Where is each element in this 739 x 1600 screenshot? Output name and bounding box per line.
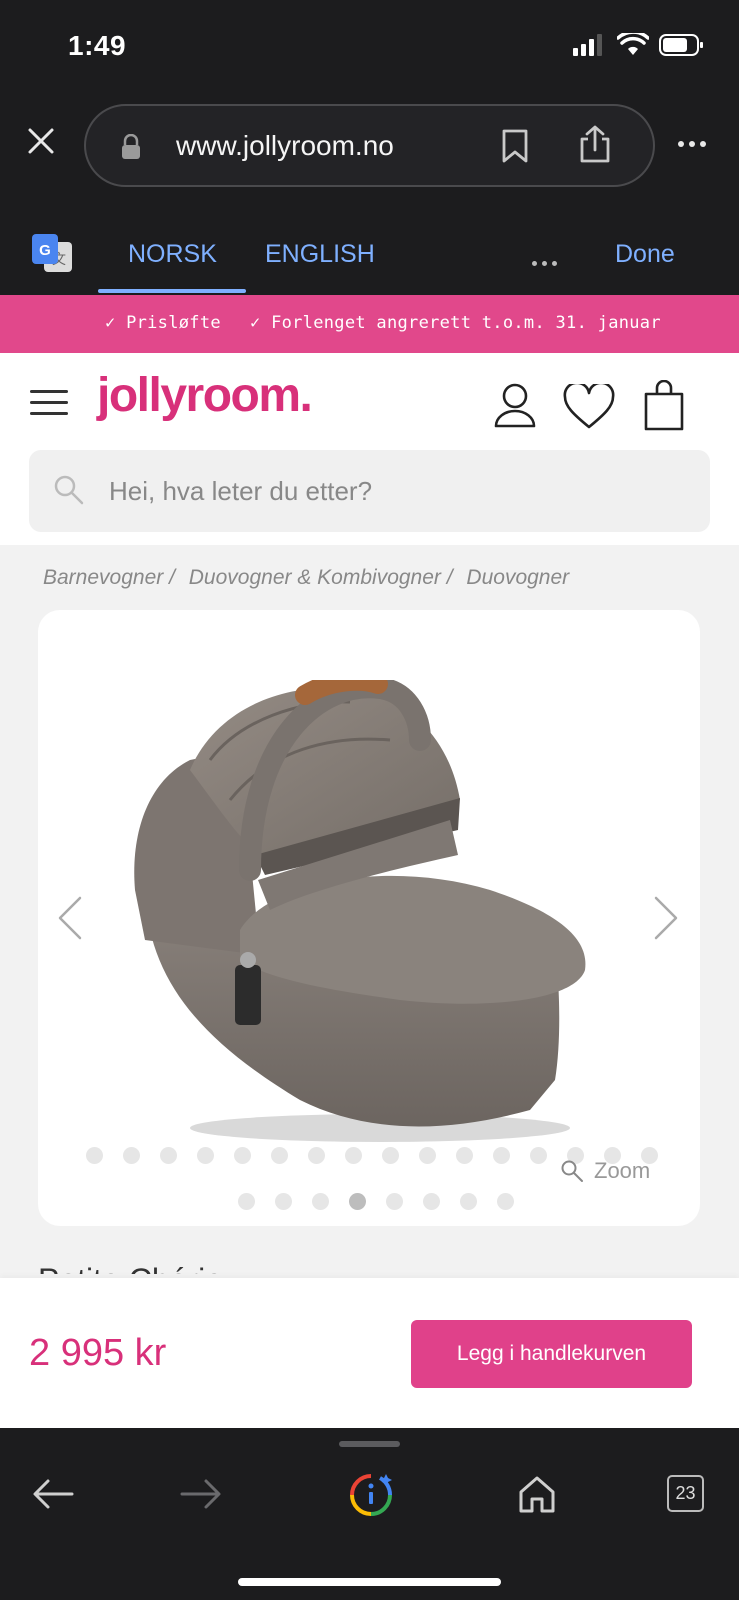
hamburger-menu-icon[interactable] [30, 390, 68, 416]
gallery-dot[interactable] [419, 1147, 436, 1164]
gallery-dot[interactable] [460, 1193, 477, 1210]
gallery-dot[interactable] [123, 1147, 140, 1164]
url-bar[interactable]: www.jollyroom.no [84, 104, 655, 187]
done-button[interactable]: Done [615, 240, 675, 269]
gallery-dot[interactable] [312, 1193, 329, 1210]
zoom-magnifier-icon [561, 1160, 583, 1182]
status-time: 1:49 [68, 30, 127, 61]
promo-item: ✓ Prisløfte [105, 313, 221, 333]
wishlist-heart-icon[interactable] [563, 384, 615, 430]
translate-more-icon[interactable] [532, 253, 562, 271]
share-icon[interactable] [578, 124, 612, 164]
gallery-dot[interactable] [271, 1147, 288, 1164]
breadcrumb-link[interactable]: Duovogner [466, 566, 569, 589]
gallery-dot[interactable] [234, 1147, 251, 1164]
zoom-label: Zoom [594, 1158, 651, 1183]
gallery-dot[interactable] [86, 1147, 103, 1164]
gallery-dot[interactable] [238, 1193, 255, 1210]
search-input[interactable] [109, 472, 669, 510]
browser-chrome: 1:49 www.jollyroom.no 文 G NORSK ENGLISH … [0, 0, 739, 295]
toolbar-grabber[interactable] [339, 1441, 400, 1447]
wifi-icon [617, 33, 649, 55]
breadcrumb: Barnevogner / Duovogner & Kombivogner / … [43, 566, 577, 590]
google-lens-assistant-icon[interactable] [348, 1472, 394, 1518]
gallery-dot[interactable] [423, 1193, 440, 1210]
site-logo[interactable]: jollyroom. [97, 368, 313, 423]
forward-arrow-icon[interactable] [180, 1478, 222, 1510]
breadcrumb-link[interactable]: Duovogner & Kombivogner / [189, 566, 453, 589]
zoom-button[interactable]: Zoom [560, 1158, 650, 1184]
more-icon[interactable] [678, 134, 711, 152]
next-image-arrow-icon[interactable] [652, 895, 680, 941]
product-title: Petite Chérie [38, 1262, 223, 1274]
tab-english[interactable]: ENGLISH [265, 240, 375, 269]
lock-icon [122, 134, 140, 159]
tab-norsk[interactable]: NORSK [128, 240, 217, 269]
google-translate-icon: 文 G [32, 234, 72, 272]
cellular-signal-icon [573, 34, 602, 56]
account-icon[interactable] [493, 382, 537, 428]
breadcrumb-link[interactable]: Barnevogner / [43, 566, 175, 589]
bookmark-icon[interactable] [500, 128, 530, 164]
search-icon [54, 475, 84, 505]
promo-item: ✓ Forlenget angrerett t.o.m. 31. januar [250, 313, 661, 333]
gallery-dot[interactable] [382, 1147, 399, 1164]
gallery-dot[interactable] [493, 1147, 510, 1164]
gallery-dot[interactable] [497, 1193, 514, 1210]
back-arrow-icon[interactable] [32, 1478, 74, 1510]
url-text: www.jollyroom.no [176, 130, 394, 161]
gallery-dot[interactable] [308, 1147, 325, 1164]
product-price: 2 995 kr [29, 1332, 167, 1374]
gallery-dots-row [238, 1193, 514, 1210]
home-indicator [238, 1578, 501, 1586]
gallery-dot[interactable] [345, 1147, 362, 1164]
status-icons [573, 33, 705, 57]
home-icon[interactable] [518, 1474, 556, 1514]
close-icon[interactable] [26, 126, 56, 156]
promo-bar: ✓ Prisløfte ✓ Forlenget angrerett t.o.m.… [0, 295, 739, 353]
gallery-dot[interactable] [197, 1147, 214, 1164]
previous-image-arrow-icon[interactable] [56, 895, 84, 941]
search-bar[interactable] [29, 450, 710, 532]
tabs-count-button[interactable]: 23 [667, 1475, 704, 1512]
gallery-dot[interactable] [160, 1147, 177, 1164]
selected-tab-indicator [98, 289, 246, 293]
product-image[interactable] [130, 680, 610, 1150]
add-to-cart-button[interactable]: Legg i handlekurven [411, 1320, 692, 1388]
gallery-dot[interactable] [456, 1147, 473, 1164]
gallery-dot[interactable] [530, 1147, 547, 1164]
gallery-dot-active[interactable] [349, 1193, 366, 1210]
gallery-dot[interactable] [275, 1193, 292, 1210]
gallery-dot[interactable] [386, 1193, 403, 1210]
battery-icon [659, 34, 703, 56]
svg-text:G: G [39, 242, 51, 259]
shopping-bag-icon[interactable] [644, 380, 684, 432]
